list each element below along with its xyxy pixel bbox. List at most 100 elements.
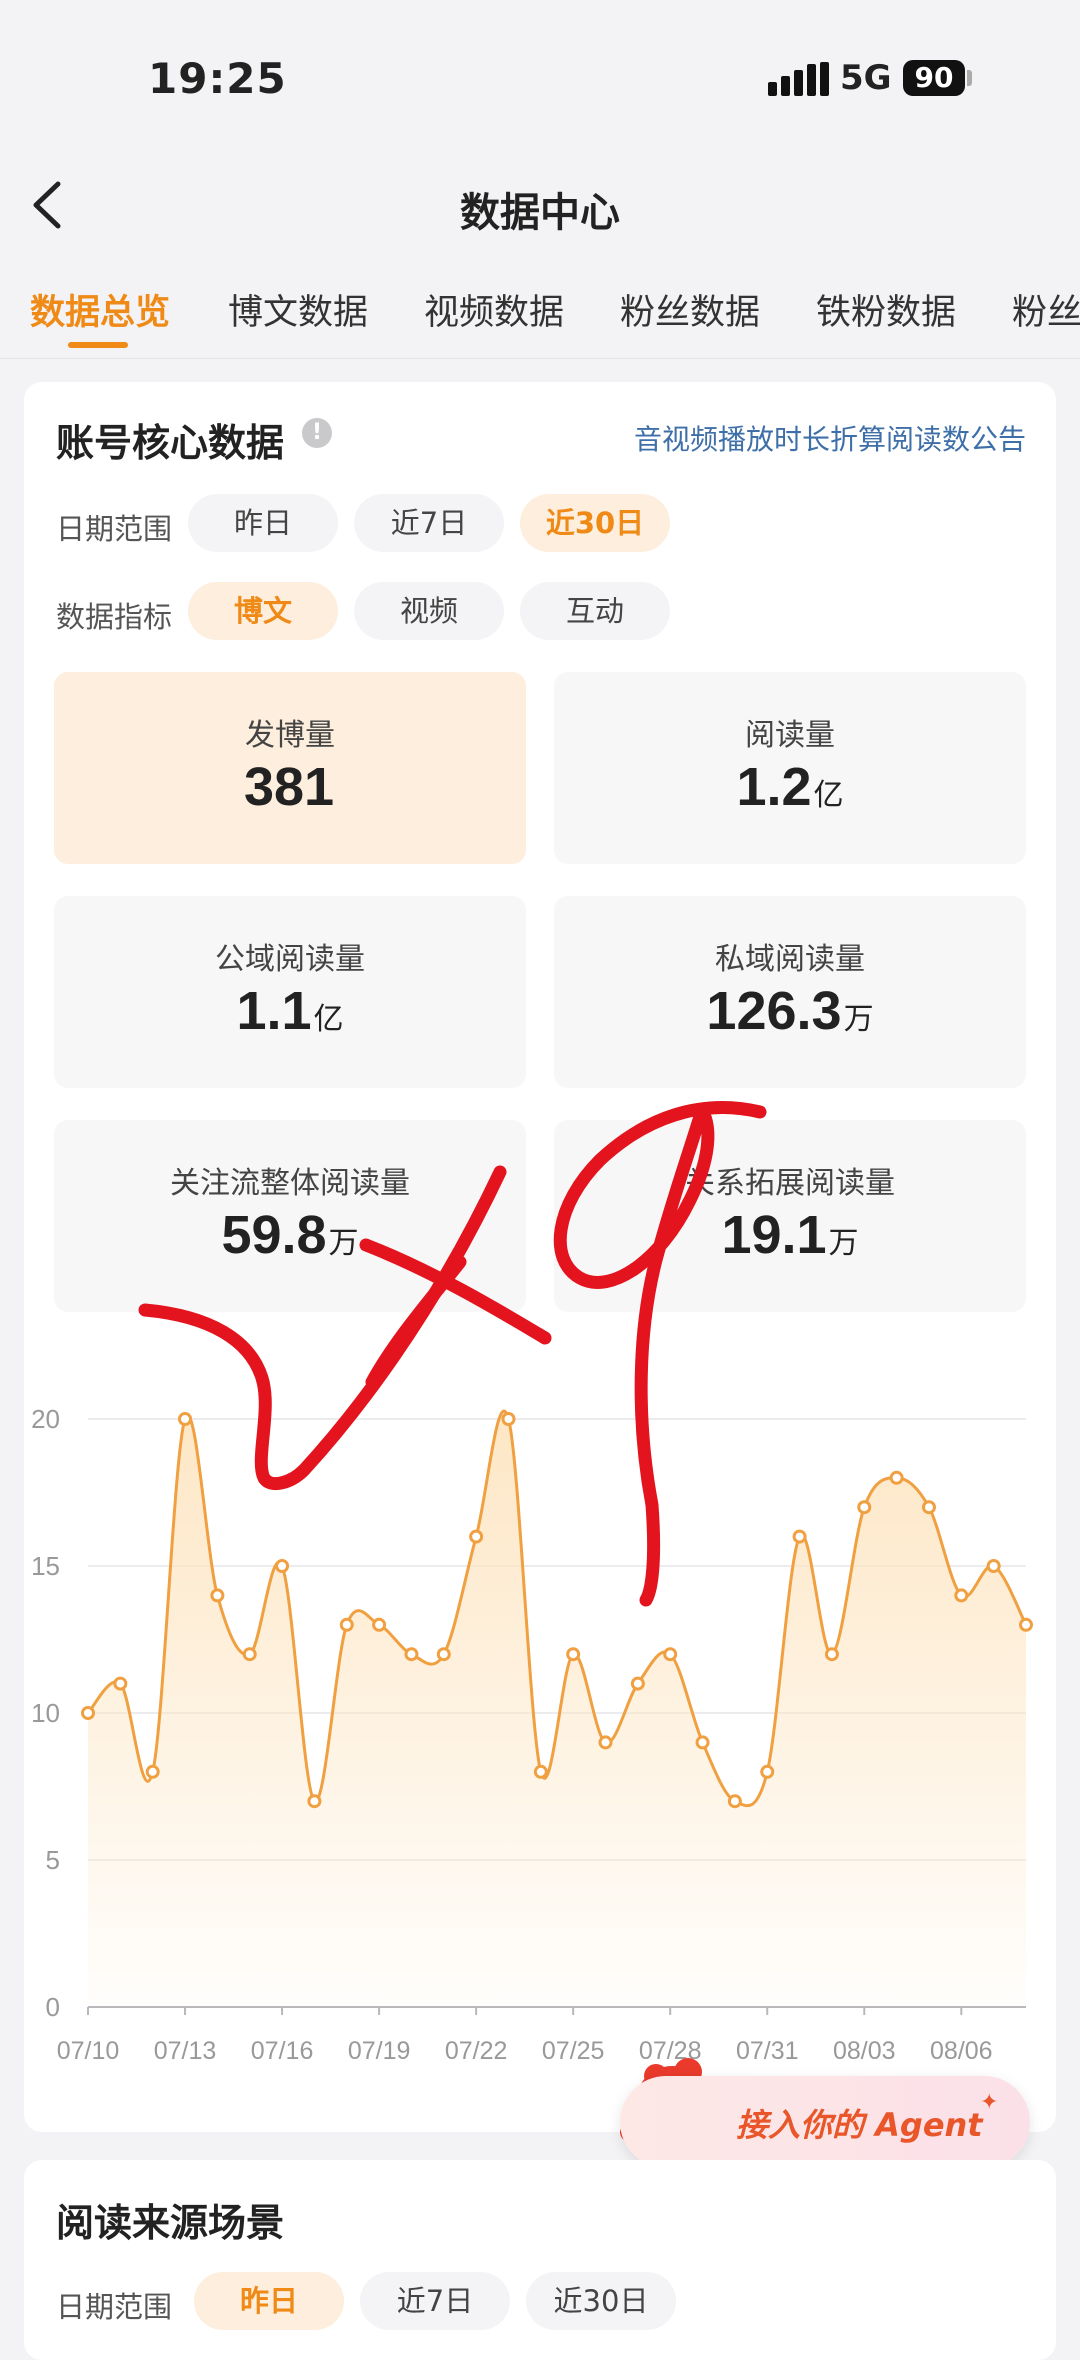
stat-label: 发博量	[245, 718, 335, 753]
data-point	[1019, 1617, 1033, 1632]
date-chip-30d[interactable]: 近30日	[520, 494, 670, 552]
tab-posts[interactable]: 博文数据	[228, 284, 368, 335]
stat-private-reads[interactable]: 私域阅读量 126.3万	[554, 896, 1026, 1088]
data-point	[372, 1617, 387, 1632]
source-date-range-label: 日期范围	[56, 2290, 173, 2324]
agent-button[interactable]: 接入你的 Agent ✦	[620, 2076, 1030, 2168]
stat-reads[interactable]: 阅读量 1.2亿	[554, 672, 1026, 864]
data-point	[81, 1706, 95, 1720]
data-point	[663, 1647, 678, 1662]
data-point	[630, 1676, 645, 1691]
data-point	[307, 1794, 322, 1809]
y-tick-label: 0	[46, 1992, 60, 2022]
data-point	[533, 1764, 548, 1779]
stat-label: 关注流整体阅读量	[170, 1166, 410, 1201]
x-tick-label: 07/19	[348, 2037, 411, 2065]
data-point	[857, 1500, 872, 1515]
source-date-chip-7d[interactable]: 近7日	[360, 2272, 510, 2330]
agent-label: 接入你的 Agent	[736, 2106, 983, 2144]
status-bar: 19:25 5G 90	[0, 0, 1080, 150]
data-point	[727, 1794, 742, 1809]
data-point	[824, 1647, 839, 1662]
stat-value: 1.2亿	[736, 757, 844, 817]
metric-label: 数据指标	[56, 600, 173, 634]
data-point	[436, 1647, 451, 1662]
stat-label: 公域阅读量	[215, 942, 365, 977]
stat-public-reads[interactable]: 公域阅读量 1.1亿	[54, 896, 526, 1088]
y-tick-label: 15	[31, 1551, 60, 1581]
tab-overview[interactable]: 数据总览	[30, 284, 170, 335]
data-point	[404, 1647, 419, 1662]
stat-value: 381	[243, 757, 335, 817]
source-date-chip-30d[interactable]: 近30日	[526, 2272, 676, 2330]
signal-icon	[768, 62, 829, 96]
core-data-title: 账号核心数据	[56, 421, 285, 465]
x-tick-label: 07/13	[154, 2037, 217, 2065]
stat-label: 私域阅读量	[715, 942, 865, 977]
network-type: 5G	[840, 58, 892, 98]
date-chip-yesterday[interactable]: 昨日	[188, 494, 338, 552]
page-title: 数据中心	[460, 190, 620, 236]
x-tick-label: 07/10	[57, 2037, 120, 2065]
area-fill	[88, 1411, 1026, 2007]
data-point	[921, 1500, 936, 1515]
reading-source-card: 阅读来源场景 日期范围 昨日 近7日 近30日	[24, 2160, 1056, 2360]
data-point	[695, 1735, 710, 1750]
data-point	[566, 1647, 581, 1662]
source-date-chip-yesterday[interactable]: 昨日	[194, 2272, 344, 2330]
x-tick-label: 07/25	[542, 2037, 605, 2065]
x-tick-label: 07/31	[736, 2037, 799, 2065]
stat-relation-reads[interactable]: 关系拓展阅读量 19.1万	[554, 1120, 1026, 1312]
tab-videos[interactable]: 视频数据	[424, 284, 564, 335]
sparkle-icon: ✦	[980, 2090, 999, 2115]
data-point	[954, 1588, 969, 1603]
stat-post-count[interactable]: 发博量 381	[54, 672, 526, 864]
stat-value: 19.1万	[721, 1205, 859, 1265]
data-point	[889, 1470, 904, 1485]
data-point	[501, 1412, 516, 1426]
post-count-chart: 0 5 10 15 20 07/10 07/13 07/16 07/19 07/22 07/25 07…	[31, 1404, 1033, 2065]
data-point	[792, 1529, 807, 1544]
date-range-label: 日期范围	[56, 512, 173, 546]
tab-active-indicator	[68, 342, 128, 348]
notice-link[interactable]: 音视频播放时长折算阅读数公告	[634, 418, 1026, 458]
data-point	[145, 1764, 160, 1779]
status-time: 19:25	[148, 54, 287, 103]
stat-label: 阅读量	[745, 718, 835, 753]
metric-chip-interaction[interactable]: 互动	[520, 582, 670, 640]
tab-fans-more[interactable]: 粉丝	[1012, 284, 1080, 335]
x-tick-label: 08/03	[833, 2037, 896, 2065]
tab-bar: 数据总览 博文数据 视频数据 粉丝数据 铁粉数据 粉丝	[0, 262, 1080, 359]
date-chip-7d[interactable]: 近7日	[354, 494, 504, 552]
tab-fans[interactable]: 粉丝数据	[620, 284, 760, 335]
tab-iron-fans[interactable]: 铁粉数据	[816, 284, 956, 335]
data-point	[210, 1588, 225, 1603]
battery-icon: 90	[903, 60, 965, 96]
y-tick-label: 10	[31, 1698, 60, 1728]
metric-chip-video[interactable]: 视频	[354, 582, 504, 640]
stat-follow-feed-reads[interactable]: 关注流整体阅读量 59.8万	[54, 1120, 526, 1312]
data-point	[986, 1559, 1001, 1573]
stat-value: 126.3万	[706, 981, 874, 1041]
metric-chip-posts[interactable]: 博文	[188, 582, 338, 640]
y-tick-label: 20	[31, 1404, 60, 1434]
data-point	[242, 1647, 257, 1662]
reading-source-title: 阅读来源场景	[56, 2201, 285, 2245]
battery-tip	[967, 70, 972, 86]
data-point	[275, 1559, 290, 1573]
info-icon[interactable]: !	[302, 418, 332, 448]
data-point	[339, 1617, 354, 1632]
data-point	[178, 1412, 193, 1426]
stat-value: 59.8万	[221, 1205, 359, 1265]
x-tick-label: 07/22	[445, 2037, 508, 2065]
stat-value: 1.1亿	[236, 981, 344, 1041]
data-point	[760, 1764, 775, 1779]
data-point	[469, 1529, 484, 1544]
x-tick-label: 07/16	[251, 2037, 314, 2065]
stat-label: 关系拓展阅读量	[685, 1166, 895, 1201]
nav-bar: 数据中心	[0, 150, 1080, 260]
data-point	[598, 1735, 613, 1750]
x-tick-label: 08/06	[930, 2037, 993, 2065]
y-tick-label: 5	[46, 1845, 60, 1875]
data-point	[113, 1676, 128, 1691]
